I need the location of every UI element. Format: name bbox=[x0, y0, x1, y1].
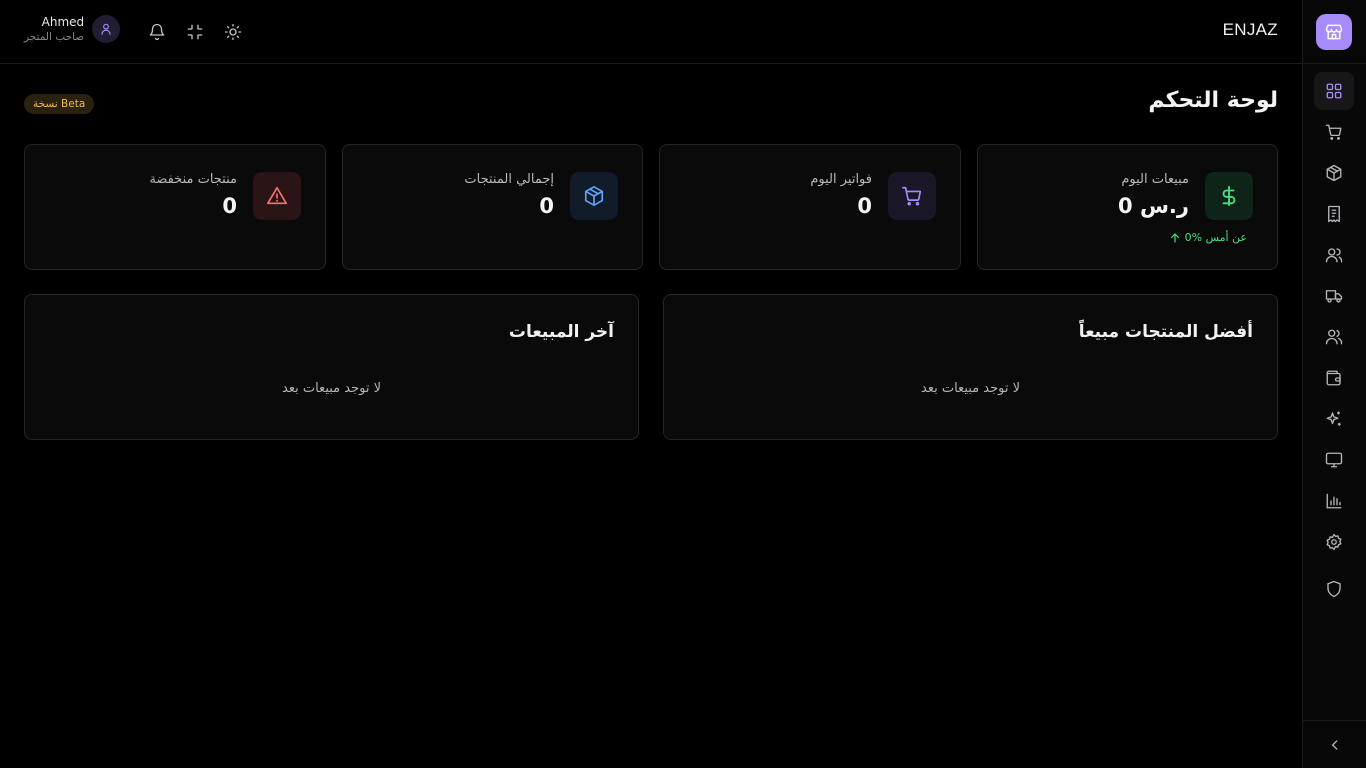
dollar-icon bbox=[1205, 172, 1253, 220]
wallet-icon bbox=[1325, 369, 1343, 387]
panel-title: آخر المبيعات bbox=[508, 322, 614, 342]
sidebar-item-dashboard[interactable] bbox=[1314, 72, 1354, 110]
stat-trend: 0% عن أمس bbox=[1169, 231, 1247, 244]
sidebar-item-products[interactable] bbox=[1314, 154, 1354, 192]
sun-icon bbox=[224, 23, 242, 41]
sidebar-item-suppliers[interactable] bbox=[1314, 277, 1354, 315]
stat-label: مبيعات اليوم bbox=[1121, 172, 1189, 187]
notifications-button[interactable] bbox=[146, 21, 168, 43]
settings-icon bbox=[1325, 533, 1343, 551]
avatar[interactable] bbox=[92, 15, 121, 43]
stat-card-sales-today: مبيعات اليوم 0 ر.س 0% عن أمس bbox=[977, 144, 1278, 270]
beta-badge: نسخة Beta bbox=[24, 94, 95, 114]
stat-value: 0 bbox=[222, 194, 237, 218]
stat-card-invoices-today: فواتير اليوم 0 bbox=[659, 144, 961, 270]
store-icon bbox=[1324, 22, 1344, 42]
stat-label: فواتير اليوم bbox=[810, 172, 872, 187]
sidebar-item-reports[interactable] bbox=[1314, 482, 1354, 520]
sidebar-item-invoices[interactable] bbox=[1314, 195, 1354, 233]
user-icon bbox=[99, 22, 113, 36]
stat-card-low-stock: منتجات منخفضة 0 bbox=[24, 144, 326, 270]
user-name: Ahmed bbox=[41, 15, 85, 29]
alert-triangle-icon bbox=[253, 172, 301, 220]
arrow-up-icon bbox=[1169, 232, 1181, 244]
recent-sales-panel: آخر المبيعات لا توجد مبيعات بعد bbox=[24, 294, 639, 440]
monitor-icon bbox=[1325, 451, 1343, 469]
sidebar-item-sales[interactable] bbox=[1314, 113, 1354, 151]
minimize-icon bbox=[186, 23, 204, 41]
theme-toggle-button[interactable] bbox=[222, 21, 244, 43]
box-icon bbox=[570, 172, 618, 220]
stat-label: إجمالي المنتجات bbox=[464, 172, 554, 187]
cart-icon bbox=[1325, 123, 1343, 141]
cart-icon bbox=[888, 172, 936, 220]
sidebar-item-employees[interactable] bbox=[1314, 318, 1354, 356]
team-icon bbox=[1325, 328, 1343, 346]
sidebar-item-wallet[interactable] bbox=[1314, 359, 1354, 397]
truck-icon bbox=[1325, 287, 1343, 305]
top-products-panel: أفضل المنتجات مبيعاً لا توجد مبيعات بعد bbox=[663, 294, 1278, 440]
sidebar-item-security[interactable] bbox=[1314, 570, 1354, 608]
empty-state-text: لا توجد مبيعات بعد bbox=[282, 381, 381, 396]
user-info: Ahmed صاحب المتجر bbox=[24, 14, 84, 44]
sidebar-item-settings[interactable] bbox=[1314, 523, 1354, 561]
bell-icon bbox=[148, 23, 166, 41]
sidebar-item-ai[interactable] bbox=[1314, 400, 1354, 438]
sparkles-icon bbox=[1325, 410, 1343, 428]
top-bar: ENJAZ Ahmed صاحب المتجر bbox=[0, 0, 1302, 64]
brand-name: ENJAZ bbox=[1222, 20, 1278, 39]
receipt-icon bbox=[1325, 205, 1343, 223]
sidebar-item-customers[interactable] bbox=[1314, 236, 1354, 274]
shield-icon bbox=[1325, 580, 1343, 598]
sidebar-divider bbox=[1303, 63, 1366, 64]
dashboard-grid-icon bbox=[1325, 82, 1343, 100]
fullscreen-toggle-button[interactable] bbox=[184, 21, 206, 43]
stat-value: 0 bbox=[539, 194, 554, 218]
sidebar bbox=[1302, 0, 1366, 768]
stat-value: 0 bbox=[857, 194, 872, 218]
sidebar-collapse-button[interactable] bbox=[1303, 720, 1366, 768]
sidebar-item-pos[interactable] bbox=[1314, 441, 1354, 479]
stat-value: 0 ر.س bbox=[1118, 194, 1189, 218]
stat-trend-text: 0% عن أمس bbox=[1184, 231, 1247, 244]
user-menu[interactable]: Ahmed صاحب المتجر bbox=[24, 14, 121, 44]
panel-title: أفضل المنتجات مبيعاً bbox=[1078, 322, 1253, 342]
users-icon bbox=[1325, 246, 1343, 264]
stat-label: منتجات منخفضة bbox=[149, 172, 237, 187]
user-role: صاحب المتجر bbox=[24, 31, 85, 43]
empty-state-text: لا توجد مبيعات بعد bbox=[921, 381, 1020, 396]
box-icon bbox=[1325, 164, 1343, 182]
page-title: لوحة التحكم bbox=[1148, 88, 1278, 113]
stat-card-total-products: إجمالي المنتجات 0 bbox=[342, 144, 643, 270]
chevron-left-icon bbox=[1328, 738, 1342, 752]
store-logo[interactable] bbox=[1316, 14, 1352, 50]
bar-chart-icon bbox=[1325, 492, 1343, 510]
